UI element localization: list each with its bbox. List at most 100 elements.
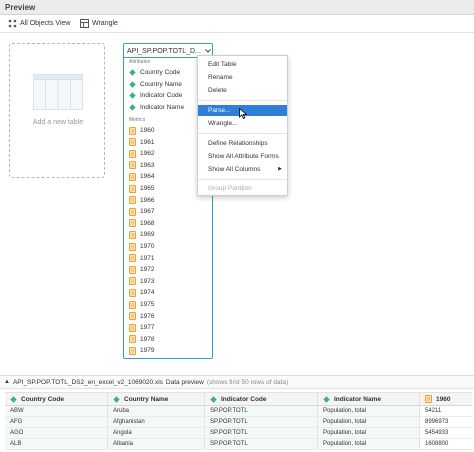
attribute-item[interactable]: Country Code xyxy=(129,67,180,78)
wrangle-label: Wrangle xyxy=(92,20,118,27)
metric-label: 1978 xyxy=(140,335,155,343)
column-header-label: Country Code xyxy=(21,395,64,403)
table-cell: SP.POP.TOTL xyxy=(205,406,318,416)
metric-label: 1971 xyxy=(140,254,155,262)
attribute-icon xyxy=(129,80,136,88)
metric-item[interactable]: 1968 xyxy=(129,218,154,229)
add-new-table-card[interactable]: Add a new table xyxy=(9,43,105,178)
metric-item[interactable]: 1974 xyxy=(129,287,154,298)
metric-icon xyxy=(129,335,136,344)
menu-item-show-all-columns[interactable]: Show All Columns ▶ xyxy=(198,164,287,175)
metric-item[interactable]: 1977 xyxy=(129,322,154,333)
metric-item[interactable]: 1965 xyxy=(129,183,154,194)
all-objects-view-button[interactable]: All Objects View xyxy=(8,19,70,28)
table-row: ALB Albania SP.POP.TOTL Population, total 16… xyxy=(5,439,472,450)
metric-item[interactable]: 1961 xyxy=(129,137,154,148)
metric-item[interactable]: 1976 xyxy=(129,311,154,322)
column-header-indicator-name[interactable]: Indicator Name xyxy=(318,393,420,405)
table-cell: Afghanistan xyxy=(108,417,205,427)
attribute-label: Indicator Name xyxy=(140,103,185,111)
menu-item-define-relationships[interactable]: Define Relationships xyxy=(198,138,287,149)
metric-label: 1962 xyxy=(140,150,155,158)
column-header-label: Country Name xyxy=(124,395,169,403)
metric-label: 1968 xyxy=(140,219,155,227)
metric-item[interactable]: 1970 xyxy=(129,241,154,252)
table-cell: Aruba xyxy=(108,406,205,416)
menu-item-edit-table[interactable]: Edit Table xyxy=(198,59,287,70)
menu-item-show-all-attribute-forms[interactable]: Show All Attribute Forms xyxy=(198,151,287,162)
metric-item[interactable]: 1978 xyxy=(129,334,154,345)
metric-label: 1976 xyxy=(140,312,155,320)
metric-icon xyxy=(129,265,136,274)
column-header-country-code[interactable]: Country Code xyxy=(5,393,108,405)
metric-item[interactable]: 1973 xyxy=(129,276,154,287)
attribute-icon xyxy=(323,395,330,403)
table-cell: SP.POP.TOTL xyxy=(205,428,318,438)
metric-item[interactable]: 1969 xyxy=(129,229,154,240)
metric-label: 1975 xyxy=(140,301,155,308)
table-cell: Angola xyxy=(108,428,205,438)
table-cell: Albania xyxy=(108,439,205,449)
metrics-section-label: Metrics xyxy=(129,117,146,123)
attribute-icon xyxy=(113,395,120,403)
menu-item-wrangle[interactable]: Wrangle... xyxy=(198,118,287,129)
metric-label: 1964 xyxy=(140,173,155,181)
column-header-1960[interactable]: 1960 xyxy=(420,393,472,405)
metric-item[interactable]: 1964 xyxy=(129,171,154,182)
metric-label: 1972 xyxy=(140,266,155,274)
metric-item[interactable]: 1967 xyxy=(129,206,154,217)
metric-label: 1963 xyxy=(140,161,155,169)
menu-item-group-partition: Group Partition xyxy=(208,185,252,192)
metric-icon xyxy=(425,395,432,403)
attribute-label: Indicator Code xyxy=(140,92,183,99)
metric-icon xyxy=(129,254,136,263)
metric-item[interactable]: 1979 xyxy=(129,345,154,356)
menu-item-rename[interactable]: Rename xyxy=(198,72,287,83)
data-preview-grid: Country Code Country Name Indicator Code… xyxy=(5,392,472,452)
table-cell: Population, total xyxy=(318,428,420,438)
metric-item[interactable]: 1960 xyxy=(129,125,154,136)
column-header-indicator-code[interactable]: Indicator Code xyxy=(205,393,318,405)
table-cell: 1608800 xyxy=(425,441,449,447)
table-context-menu: Edit Table Rename Delete Parse... Wrangl… xyxy=(197,55,288,196)
column-header-label: 1960 xyxy=(436,395,451,403)
metric-icon xyxy=(129,184,136,193)
metric-item[interactable]: 1972 xyxy=(129,264,154,275)
metric-item[interactable]: 1971 xyxy=(129,253,154,264)
grid-header-row: Country Code Country Name Indicator Code… xyxy=(5,392,472,406)
metric-icon xyxy=(129,346,136,355)
metric-item[interactable]: 1975 xyxy=(129,299,154,310)
table-cell: AGO xyxy=(5,428,108,438)
column-header-label: Indicator Name xyxy=(334,395,381,403)
metric-label: 1979 xyxy=(140,347,155,355)
collapse-caret-icon[interactable]: ▲ xyxy=(4,379,10,385)
attribute-item[interactable]: Country Name xyxy=(129,79,182,90)
table-cell: ALB xyxy=(5,439,108,449)
attribute-icon xyxy=(129,103,136,111)
show-all-columns-label: Show All Columns xyxy=(208,166,261,173)
attribute-item[interactable]: Indicator Name xyxy=(129,102,184,113)
toolbar: All Objects View Wrangle xyxy=(0,15,474,33)
data-preview-bar: ▲ API_SP.POP.TOTL_DS2_en_excel_v2_106902… xyxy=(0,375,474,389)
metric-item[interactable]: 1963 xyxy=(129,160,154,171)
metric-icon xyxy=(129,230,136,239)
table-row: AFG Afghanistan SP.POP.TOTL Population, tot… xyxy=(5,417,472,428)
wrangle-button[interactable]: Wrangle xyxy=(80,19,118,28)
all-objects-icon xyxy=(8,19,17,28)
wrangle-icon xyxy=(80,19,89,28)
attribute-label: Country Code xyxy=(140,69,181,76)
attribute-label: Country Name xyxy=(140,80,182,88)
table-row: ABW Aruba SP.POP.TOTL Population, total 5421… xyxy=(5,406,472,417)
table-row: AGO Angola SP.POP.TOTL Population, total 545… xyxy=(5,428,472,439)
table-placeholder-icon xyxy=(33,74,83,110)
table-cell: Population, total xyxy=(318,439,420,449)
metric-item[interactable]: 1962 xyxy=(129,148,154,159)
metric-icon xyxy=(129,277,136,286)
table-cell: AFG xyxy=(5,417,108,427)
table-cell: ABW xyxy=(5,406,108,416)
metric-icon xyxy=(129,196,136,205)
metric-item[interactable]: 1966 xyxy=(129,195,154,206)
menu-item-delete[interactable]: Delete xyxy=(198,85,287,96)
column-header-country-name[interactable]: Country Name xyxy=(108,393,205,405)
attribute-item[interactable]: Indicator Code xyxy=(129,90,182,101)
